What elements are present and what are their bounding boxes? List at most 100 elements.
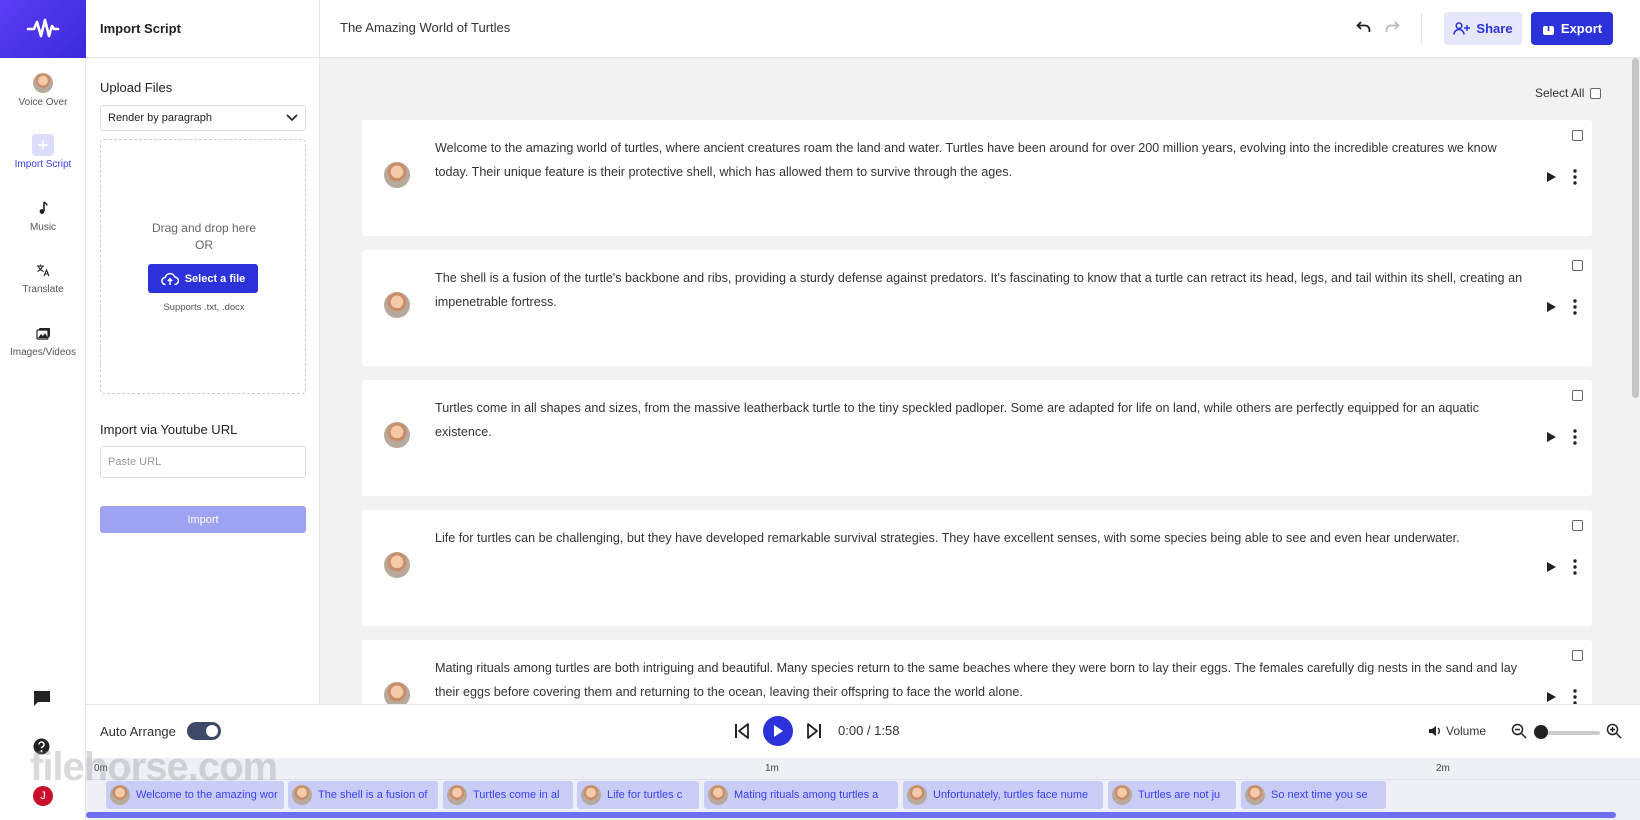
- volume-control[interactable]: Volume: [1428, 724, 1486, 738]
- rail-item-import-script[interactable]: Import Script: [0, 134, 86, 170]
- playback-time: 0:00 / 1:58: [838, 723, 900, 738]
- paragraph-checkbox[interactable]: [1572, 650, 1583, 661]
- youtube-url-input[interactable]: Paste URL: [100, 446, 306, 478]
- paragraph-card[interactable]: Life for turtles can be challenging, but…: [362, 510, 1592, 626]
- timeline-segment[interactable]: Mating rituals among turtles a: [704, 781, 898, 809]
- voice-avatar[interactable]: [384, 682, 410, 704]
- paragraph-text[interactable]: Turtles come in all shapes and sizes, fr…: [435, 396, 1525, 444]
- more-vertical-icon[interactable]: [1570, 168, 1580, 186]
- images-icon: [32, 322, 54, 344]
- import-button[interactable]: Import: [100, 506, 306, 533]
- rail-item-label: Translate: [22, 284, 64, 295]
- paragraph-text[interactable]: The shell is a fusion of the turtle's ba…: [435, 266, 1525, 314]
- voice-avatar: [447, 785, 467, 805]
- share-button[interactable]: Share: [1444, 12, 1522, 45]
- more-vertical-icon[interactable]: [1570, 558, 1580, 576]
- tick-label: 2m: [1436, 763, 1450, 774]
- paragraph-card[interactable]: Mating rituals among turtles are both in…: [362, 640, 1592, 704]
- voice-avatar: [581, 785, 601, 805]
- auto-arrange-toggle[interactable]: [187, 722, 221, 740]
- render-mode-select[interactable]: Render by paragraph: [100, 105, 306, 131]
- voice-avatar: [1112, 785, 1132, 805]
- volume-label: Volume: [1446, 724, 1487, 738]
- paragraph-text[interactable]: Life for turtles can be challenging, but…: [435, 526, 1525, 550]
- export-button[interactable]: Export: [1531, 12, 1613, 45]
- timeline-segment[interactable]: So next time you se: [1241, 781, 1386, 809]
- timeline-segment[interactable]: Turtles come in al: [443, 781, 573, 809]
- skip-back-icon[interactable]: [734, 722, 750, 740]
- drag-text: Drag and drop here: [151, 221, 257, 235]
- play-icon[interactable]: [1544, 430, 1558, 444]
- skip-forward-icon[interactable]: [806, 722, 822, 740]
- voice-avatar[interactable]: [384, 552, 410, 578]
- timeline-segment[interactable]: Unfortunately, turtles face nume: [903, 781, 1103, 809]
- paragraph-text[interactable]: Mating rituals among turtles are both in…: [435, 656, 1525, 704]
- play-icon[interactable]: [1544, 690, 1558, 704]
- paragraph-checkbox[interactable]: [1572, 390, 1583, 401]
- supported-formats: Supports .txt, .docx: [163, 302, 245, 313]
- document-title[interactable]: The Amazing World of Turtles: [340, 20, 510, 35]
- select-all-control[interactable]: Select All: [1535, 86, 1602, 100]
- voice-avatar[interactable]: [384, 422, 410, 448]
- paragraph-checkbox[interactable]: [1572, 130, 1583, 141]
- paragraph-card[interactable]: Welcome to the amazing world of turtles,…: [362, 120, 1592, 236]
- paragraph-checkbox[interactable]: [1572, 260, 1583, 271]
- script-editor: Select All Welcome to the amazing world …: [320, 58, 1640, 704]
- play-icon[interactable]: [1544, 560, 1558, 574]
- segment-label: Unfortunately, turtles face nume: [933, 789, 1089, 801]
- voice-avatar[interactable]: [384, 162, 410, 188]
- more-vertical-icon[interactable]: [1570, 688, 1580, 704]
- play-icon[interactable]: [1544, 300, 1558, 314]
- segment-label: Mating rituals among turtles a: [734, 789, 879, 801]
- segment-label: Turtles are not ju: [1138, 789, 1221, 801]
- timeline[interactable]: 0m 1m 2m Welcome to the amazing wor The …: [86, 758, 1640, 820]
- zoom-out-icon[interactable]: [1511, 723, 1527, 739]
- rail-item-music[interactable]: Music: [0, 197, 86, 233]
- undo-icon[interactable]: [1356, 20, 1372, 39]
- panel-title: Import Script: [86, 0, 320, 58]
- horizontal-scrollbar[interactable]: [86, 812, 1616, 818]
- zoom-slider-track[interactable]: [1540, 731, 1600, 735]
- redo-icon[interactable]: [1384, 20, 1400, 39]
- toolbar-divider: [1421, 14, 1422, 44]
- paragraph-card[interactable]: The shell is a fusion of the turtle's ba…: [362, 250, 1592, 366]
- play-icon[interactable]: [1544, 170, 1558, 184]
- more-vertical-icon[interactable]: [1570, 428, 1580, 446]
- zoom-slider-handle[interactable]: [1534, 725, 1548, 739]
- chat-icon[interactable]: [33, 690, 51, 712]
- waveform-icon: [26, 18, 60, 38]
- rail-item-translate[interactable]: Translate: [0, 259, 86, 295]
- segment-label: Life for turtles c: [607, 789, 683, 801]
- paragraph-checkbox[interactable]: [1572, 520, 1583, 531]
- zoom-in-icon[interactable]: [1606, 723, 1622, 739]
- top-bar: The Amazing World of Turtles Share Expor…: [320, 0, 1640, 58]
- more-vertical-icon[interactable]: [1570, 298, 1580, 316]
- export-icon: [1542, 21, 1554, 35]
- select-all-checkbox[interactable]: [1590, 87, 1602, 99]
- speaker-icon: [1429, 726, 1440, 736]
- cloud-upload-icon: [160, 272, 179, 285]
- timeline-segment[interactable]: Turtles are not ju: [1108, 781, 1236, 809]
- select-file-button[interactable]: Select a file: [148, 264, 258, 293]
- paragraph-card[interactable]: Turtles come in all shapes and sizes, fr…: [362, 380, 1592, 496]
- play-icon: [774, 725, 783, 737]
- rail-item-label: Music: [29, 222, 57, 233]
- plus-square-icon: [32, 134, 54, 156]
- paragraph-text[interactable]: Welcome to the amazing world of turtles,…: [435, 136, 1525, 184]
- url-placeholder: Paste URL: [108, 456, 162, 468]
- timeline-segment[interactable]: The shell is a fusion of: [288, 781, 438, 809]
- render-mode-value: Render by paragraph: [108, 112, 212, 124]
- upload-files-label: Upload Files: [100, 80, 173, 95]
- timeline-segment[interactable]: Life for turtles c: [577, 781, 699, 809]
- rail-item-label: Import Script: [14, 159, 72, 170]
- rail-item-voice-over[interactable]: Voice Over: [0, 72, 86, 108]
- timeline-ruler: 0m 1m 2m: [86, 758, 1640, 780]
- or-text: OR: [195, 238, 213, 252]
- app-logo[interactable]: [0, 0, 86, 58]
- rail-item-images-videos[interactable]: Images/Videos: [0, 322, 86, 358]
- import-script-panel: Import Script Upload Files Render by par…: [86, 0, 320, 704]
- file-drop-zone[interactable]: Drag and drop here OR Select a file Supp…: [100, 139, 306, 394]
- voice-avatar[interactable]: [384, 292, 410, 318]
- vertical-scrollbar[interactable]: [1632, 58, 1639, 398]
- play-button[interactable]: [763, 716, 793, 746]
